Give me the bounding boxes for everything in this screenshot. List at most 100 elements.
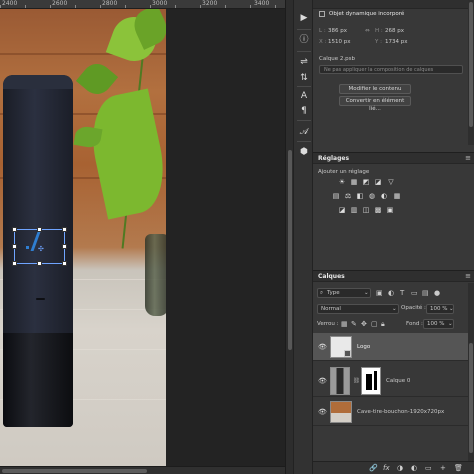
- layer-thumbnail: [330, 336, 352, 358]
- chevron-down-icon: ⌄: [449, 306, 454, 312]
- convert-linked-button[interactable]: Convertir en élément lié...: [339, 96, 411, 112]
- add-mask-icon[interactable]: ◑: [397, 464, 403, 472]
- y-value[interactable]: 1734 px: [385, 39, 408, 45]
- character-icon[interactable]: A: [298, 90, 310, 102]
- x-value[interactable]: 1510 px: [328, 39, 351, 45]
- opacity-label: Opacité :: [401, 305, 426, 311]
- curves-icon[interactable]: ▦: [350, 178, 358, 186]
- eye-icon[interactable]: 👁︎: [318, 343, 327, 351]
- panel-tool-strip: ▶ ⓘ ⇌ ⇅ A ¶ 𝒜 ⬢: [293, 0, 313, 474]
- eye-icon[interactable]: 👁︎: [318, 377, 327, 385]
- invert-icon[interactable]: ◪: [338, 206, 346, 214]
- exposure-icon[interactable]: ◪: [374, 178, 382, 186]
- hue-icon[interactable]: ▤: [332, 192, 340, 200]
- ruler-label: 3000: [152, 0, 168, 7]
- vibrance-icon[interactable]: ▽: [387, 178, 395, 186]
- transform-handle[interactable]: [12, 244, 17, 249]
- levels-icon[interactable]: ◩: [362, 178, 370, 186]
- filter-shape-icon[interactable]: ▭: [411, 289, 418, 297]
- new-layer-icon[interactable]: +: [440, 464, 446, 472]
- eye-icon[interactable]: 👁︎: [318, 408, 327, 416]
- object-type-label: Objet dynamique incorporé: [329, 11, 405, 17]
- chain-link-icon[interactable]: ⛓︎: [353, 378, 360, 384]
- layer-row[interactable]: 👁︎ Cave-tire-bouchon-1920x720px: [313, 398, 468, 426]
- transform-handle[interactable]: [12, 227, 17, 232]
- transform-handle[interactable]: [62, 227, 67, 232]
- panel-menu-icon[interactable]: ≡: [465, 154, 471, 162]
- link-layers-icon[interactable]: 🔗: [369, 464, 378, 472]
- transform-handle[interactable]: [62, 244, 67, 249]
- layers-footer-bar: 🔗 fx ◑ ◐ ▭ + 🗑: [313, 461, 474, 474]
- edit-contents-button[interactable]: Modifier le contenu: [339, 84, 411, 94]
- lock-label: Verrou :: [317, 321, 339, 327]
- filter-smart-object-icon[interactable]: ▤: [422, 289, 429, 297]
- layers-header: Calques ≡: [313, 270, 474, 282]
- horizontal-ruler: 2400 2600 2800 3000 3200 3400: [0, 0, 285, 9]
- panel-menu-icon[interactable]: ≡: [465, 272, 471, 280]
- layer-name[interactable]: Cave-tire-bouchon-1920x720px: [357, 409, 444, 415]
- glyphs-icon[interactable]: 𝒜: [298, 126, 310, 138]
- gradient-map-icon[interactable]: ▩: [374, 206, 382, 214]
- photo-filter-icon[interactable]: ◍: [368, 192, 376, 200]
- layer-row[interactable]: 👁︎ Logo: [313, 333, 468, 361]
- color-lookup-icon[interactable]: ▦: [393, 192, 401, 200]
- 3d-icon[interactable]: ⬢: [298, 146, 310, 158]
- layer-name[interactable]: Calque 0: [386, 378, 410, 384]
- horizontal-scrollbar[interactable]: [0, 466, 285, 474]
- fill-field[interactable]: 100 % ⌄: [423, 319, 454, 329]
- layer-row[interactable]: 👁︎ ⛓︎ Calque 0: [313, 365, 468, 397]
- transform-handle[interactable]: [37, 261, 42, 266]
- paragraph-icon[interactable]: ¶: [298, 105, 310, 117]
- channel-mixer-icon[interactable]: ◐: [380, 192, 388, 200]
- ruler-label: 3200: [202, 0, 218, 7]
- selective-color-icon[interactable]: ▣: [386, 206, 394, 214]
- width-value[interactable]: 386 px: [328, 28, 347, 34]
- transform-handle[interactable]: [62, 261, 67, 266]
- transform-bounding-box[interactable]: ✣: [12, 227, 67, 266]
- layer-name[interactable]: Logo: [357, 344, 370, 350]
- chevron-down-icon: ⌄: [448, 321, 453, 327]
- fx-icon[interactable]: fx: [383, 464, 390, 472]
- height-value[interactable]: 268 px: [385, 28, 404, 34]
- layer-filter-select[interactable]: ⌕ Type ⌄: [317, 288, 371, 298]
- blend-mode-select[interactable]: Normal ⌄: [317, 304, 399, 314]
- new-group-icon[interactable]: ▭: [425, 464, 432, 472]
- layer-mask-thumbnail[interactable]: [361, 367, 381, 395]
- filter-pixel-icon[interactable]: ▣: [376, 289, 383, 297]
- brightness-icon[interactable]: ☀: [338, 178, 346, 186]
- paths-icon[interactable]: ⇌: [298, 56, 310, 68]
- adjustments-header: Réglages ≡: [313, 152, 474, 164]
- link-icon[interactable]: ⇔: [365, 28, 370, 34]
- layer-thumbnail: [330, 367, 350, 395]
- trash-icon[interactable]: 🗑: [454, 464, 463, 472]
- lock-transparency-icon[interactable]: ▦: [341, 320, 348, 328]
- layer-comp-select[interactable]: Ne pas appliquer la composition de calqu…: [319, 65, 463, 74]
- height-label: H :: [375, 28, 383, 34]
- filter-adjustment-icon[interactable]: ◐: [388, 289, 394, 297]
- opacity-field[interactable]: 100 % ⌄: [426, 304, 454, 314]
- lock-artboard-icon[interactable]: ▢: [371, 320, 378, 328]
- ruler-label: 2400: [2, 0, 18, 7]
- lock-position-icon[interactable]: ✥: [361, 320, 367, 328]
- threshold-icon[interactable]: ◫: [362, 206, 370, 214]
- adjust-icon[interactable]: ⇅: [298, 72, 310, 84]
- lock-all-icon[interactable]: 🔒︎: [381, 320, 385, 329]
- y-label: Y :: [375, 39, 382, 45]
- filter-toggle-icon[interactable]: ●: [434, 289, 440, 297]
- posterize-icon[interactable]: ▥: [350, 206, 358, 214]
- transform-handle[interactable]: [37, 227, 42, 232]
- new-adjustment-icon[interactable]: ◐: [411, 464, 417, 472]
- lock-pixels-icon[interactable]: ✎: [351, 320, 357, 328]
- info-icon[interactable]: ⓘ: [298, 34, 310, 46]
- filter-text-icon[interactable]: T: [400, 289, 404, 297]
- crosshair-icon: ✣: [38, 245, 44, 253]
- document-canvas[interactable]: 2400 2600 2800 3000 3200 3400 ✣: [0, 0, 285, 474]
- opacity-value: 100 %: [430, 306, 448, 312]
- fill-value: 100 %: [427, 321, 445, 327]
- black-white-icon[interactable]: ◧: [356, 192, 364, 200]
- transform-handle[interactable]: [12, 261, 17, 266]
- color-balance-icon[interactable]: ⚖: [344, 192, 352, 200]
- width-label: L :: [319, 28, 326, 34]
- vertical-scrollbar[interactable]: [285, 0, 293, 474]
- play-icon[interactable]: ▶: [298, 12, 310, 24]
